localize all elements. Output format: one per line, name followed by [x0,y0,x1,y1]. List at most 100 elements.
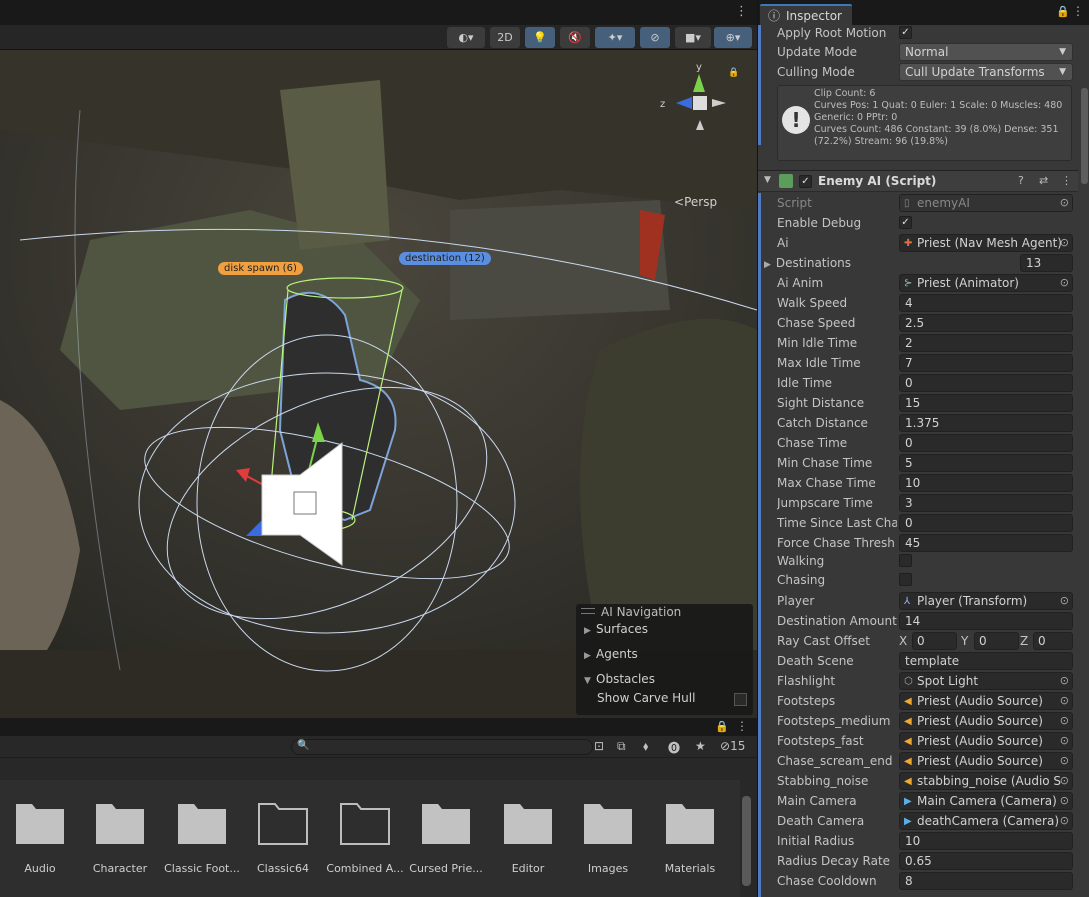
help-icon[interactable]: ? [1018,174,1024,187]
object-picker-icon[interactable]: ⊙ [1060,673,1069,689]
search-by-type-icon[interactable]: ⊡ [594,739,604,753]
shading-mode-dropdown[interactable]: ◐▾ [447,27,485,48]
ai-object-field[interactable]: ✚ Priest (Nav Mesh Agent) ⊙ [899,234,1073,252]
disk-spawn-label[interactable]: disk spawn (6) [218,262,303,275]
inspector-menu-icon[interactable]: ⋮ [1072,4,1084,18]
chase-scream-end-object-field[interactable]: ◀ Priest (Audio Source) ⊙ [899,752,1073,770]
project-menu-icon[interactable]: ⋮ [736,719,748,733]
camera-settings-dropdown[interactable]: ■▾ [675,27,711,48]
object-picker-icon[interactable]: ⊙ [1060,773,1069,789]
min-chase-time-field[interactable]: 5 [899,454,1073,472]
folder-item[interactable]: Classic64 [243,800,323,875]
object-picker-icon[interactable]: ⊙ [1060,753,1069,769]
initial-radius-field[interactable]: 10 [899,832,1073,850]
effects-dropdown[interactable]: ✦▾ [595,27,635,48]
scene-view[interactable]: ⋮ ◐▾ 2D 💡 🔇 ✦▾ ⊘ ■▾ ⊕▾ y z 🔒 disk spawn … [0,0,757,718]
idle-time-field[interactable]: 0 [899,374,1073,392]
footsteps-object-field[interactable]: ◀ Priest (Audio Source) ⊙ [899,692,1073,710]
death-camera-object-field[interactable]: ▶ deathCamera (Camera) ⊙ [899,812,1073,830]
death-scene-field[interactable]: template [899,652,1073,670]
apply-root-motion-checkbox[interactable]: ✓ [899,26,912,39]
enable-debug-checkbox[interactable]: ✓ [899,216,912,229]
main-camera-object-field[interactable]: ▶ Main Camera (Camera) ⊙ [899,792,1073,810]
ray-cast-offset-x-field[interactable]: 0 [912,632,957,650]
object-picker-icon[interactable]: ⊙ [1060,733,1069,749]
filter-by-type-icon[interactable]: ⧉ [617,739,626,754]
lock-icon[interactable]: 🔒 [1056,5,1070,18]
projection-toggle[interactable]: <Persp [674,195,717,209]
obstacles-foldout[interactable]: ▼ Obstacles [584,672,655,686]
folder-item[interactable]: Audio [0,800,80,875]
culling-mode-dropdown[interactable]: Cull Update Transforms ▼ [899,63,1073,81]
surfaces-foldout[interactable]: ▶ Surfaces [584,622,648,636]
chasing-checkbox[interactable] [899,573,912,586]
destination-amount-field[interactable]: 14 [899,612,1073,630]
footsteps-medium-object-field[interactable]: ◀ Priest (Audio Source) ⊙ [899,712,1073,730]
max-chase-time-field[interactable]: 10 [899,474,1073,492]
folder-item[interactable]: Combined A... [325,800,405,875]
object-picker-icon[interactable]: ⊙ [1060,713,1069,729]
destination-label[interactable]: destination (12) [399,252,491,265]
jumpscare-time-field[interactable]: 3 [899,494,1073,512]
folder-item[interactable]: Cursed Prie... [406,800,486,875]
hidden-objects-toggle[interactable]: ⊘ [640,27,670,48]
lighting-toggle-button[interactable]: 💡 [525,27,555,48]
drag-handle-icon[interactable] [581,608,595,614]
tab-inspector[interactable]: ⓘ Inspector [760,4,852,25]
lock-icon[interactable]: 🔒 [715,720,729,733]
folder-item[interactable]: Character [80,800,160,875]
project-search-input[interactable]: 🔍 [291,739,593,755]
favorites-star-icon[interactable]: ★ [695,739,706,753]
enemy-ai-component-header[interactable]: ▼ ✓ Enemy AI (Script) ? ⇄ ⋮ [758,170,1078,192]
ai-anim-object-field[interactable]: ⊱ Priest (Animator) ⊙ [899,274,1073,292]
audio-toggle-button[interactable]: 🔇 [560,27,590,48]
inspector-scrollbar[interactable] [1081,88,1088,184]
ray-cast-offset-z-field[interactable]: 0 [1033,632,1073,650]
force-chase-threshold-field[interactable]: 45 [899,534,1073,552]
hidden-packages-button[interactable]: ⊘15 [720,739,745,753]
folder-item[interactable]: Materials [650,800,730,875]
destinations-foldout[interactable]: ▶ Destinations [764,256,897,270]
chase-cooldown-row: Chase Cooldown 8 [758,871,1078,891]
folder-item[interactable]: Images [568,800,648,875]
destinations-size-field[interactable]: 13 [1020,254,1073,272]
object-picker-icon[interactable]: ⊙ [1060,275,1069,291]
walk-speed-field[interactable]: 4 [899,294,1073,312]
scene-menu-icon[interactable]: ⋮ [735,4,748,19]
time-since-last-chase-field[interactable]: 0 [899,514,1073,532]
footsteps-fast-object-field[interactable]: ◀ Priest (Audio Source) ⊙ [899,732,1073,750]
flashlight-object-field[interactable]: ⬡ Spot Light ⊙ [899,672,1073,690]
log-filter-icon[interactable]: ⓿ [668,739,680,756]
ray-cast-offset-y-field[interactable]: 0 [974,632,1019,650]
object-picker-icon[interactable]: ⊙ [1060,195,1069,211]
object-picker-icon[interactable]: ⊙ [1060,813,1069,829]
player-object-field[interactable]: ⅄ Player (Transform) ⊙ [899,592,1073,610]
radius-decay-rate-field[interactable]: 0.65 [899,852,1073,870]
sight-distance-field[interactable]: 15 [899,394,1073,412]
object-picker-icon[interactable]: ⊙ [1060,693,1069,709]
catch-distance-field[interactable]: 1.375 [899,414,1073,432]
chase-time-field[interactable]: 0 [899,434,1073,452]
toggle-2d-button[interactable]: 2D [490,27,520,48]
stabbing-noise-object-field[interactable]: ◀ stabbing_noise (Audio S ⊙ [899,772,1073,790]
collapse-arrow-icon[interactable]: ▼ [764,175,771,185]
object-picker-icon[interactable]: ⊙ [1060,593,1069,609]
min-idle-time-field[interactable]: 2 [899,334,1073,352]
object-picker-icon[interactable]: ⊙ [1060,793,1069,809]
max-idle-time-field[interactable]: 7 [899,354,1073,372]
chase-speed-field[interactable]: 2.5 [899,314,1073,332]
project-scrollbar[interactable] [742,796,751,886]
folder-item[interactable]: Editor [488,800,568,875]
filter-by-label-icon[interactable]: ⬧ [643,739,648,754]
folder-item[interactable]: Classic Foot... [162,800,242,875]
presets-icon[interactable]: ⇄ [1039,174,1048,187]
object-picker-icon[interactable]: ⊙ [1060,235,1069,251]
walking-checkbox[interactable] [899,554,912,567]
chase-cooldown-field[interactable]: 8 [899,872,1073,890]
update-mode-dropdown[interactable]: Normal ▼ [899,43,1073,61]
component-menu-icon[interactable]: ⋮ [1061,174,1072,187]
gizmos-dropdown[interactable]: ⊕▾ [714,27,752,48]
component-enabled-checkbox[interactable]: ✓ [799,175,812,188]
show-carve-hull-checkbox[interactable] [734,693,747,706]
agents-foldout[interactable]: ▶ Agents [584,647,638,661]
